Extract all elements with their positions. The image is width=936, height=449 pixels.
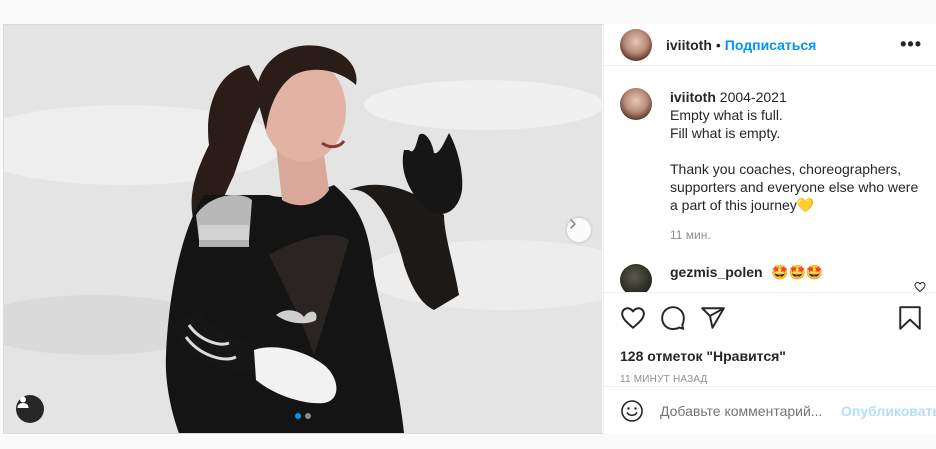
author-avatar[interactable] [620,28,652,61]
comment-like-button[interactable] [914,280,926,292]
carousel-dot [305,413,311,419]
comment-item: gezmis_polen 🤩🤩🤩 [620,264,922,292]
header-separator: • [715,36,721,53]
save-button[interactable] [898,305,922,331]
heart-icon [621,306,645,329]
likes-count[interactable]: 128 отметок "Нравится" [604,348,936,364]
carousel-next-button[interactable] [567,218,591,242]
add-comment-bar: Опубликовать [604,386,936,434]
skater-illustration [4,25,602,433]
comment-author[interactable]: gezmis_polen [670,264,763,280]
follow-button[interactable]: Подписаться [725,37,817,53]
caption: iviitoth 2004-2021 Empty what is full. F… [620,88,922,214]
caption-line [670,142,918,160]
paper-plane-icon [701,306,725,329]
comment-text: 🤩🤩🤩 [771,264,824,280]
author-username[interactable]: iviitoth [666,37,712,53]
chevron-right-icon [570,219,576,229]
publish-button[interactable]: Опубликовать [841,403,936,419]
more-options-button[interactable]: ••• [900,34,922,55]
comment-button[interactable] [660,305,686,331]
caption-author-avatar[interactable] [620,88,652,120]
commenter-avatar[interactable] [620,264,652,292]
share-button[interactable] [700,305,726,331]
caption-line: supporters and everyone else who were [670,179,919,195]
caption-text: iviitoth 2004-2021 Empty what is full. F… [670,88,918,214]
like-button[interactable] [620,305,646,331]
comment-bubble-icon [661,305,685,330]
caption-line: a part of this journey💛 [670,197,815,213]
post-header: iviitoth • Подписаться ••• [604,24,936,66]
smiley-icon [621,399,643,422]
caption-line: Empty what is full. [670,107,783,123]
emoji-button[interactable] [620,399,644,423]
page-background: iviitoth • Подписаться ••• iviitoth 2004… [0,0,936,449]
heart-outline-icon [914,281,926,292]
post-photo[interactable] [4,25,602,433]
carousel-indicator [295,413,311,419]
comments-section[interactable]: iviitoth 2004-2021 Empty what is full. F… [604,66,936,292]
comment-input[interactable] [660,402,841,419]
post-actions [604,292,936,342]
bookmark-icon [899,305,921,330]
post-side-panel: iviitoth • Подписаться ••• iviitoth 2004… [603,24,936,434]
carousel-dot-active [295,413,301,419]
caption-line: Fill what is empty. [670,125,781,141]
post-timestamp[interactable]: 11 МИНУТ НАЗАД [604,374,936,385]
caption-author[interactable]: iviitoth [670,89,716,105]
caption-timestamp[interactable]: 11 мин. [670,228,922,242]
post-card: iviitoth • Подписаться ••• iviitoth 2004… [3,24,936,434]
caption-line: Thank you coaches, choreographers, [670,161,902,177]
tagged-users-button[interactable] [16,395,44,423]
caption-line: 2004-2021 [719,89,787,105]
user-icon [17,396,29,408]
